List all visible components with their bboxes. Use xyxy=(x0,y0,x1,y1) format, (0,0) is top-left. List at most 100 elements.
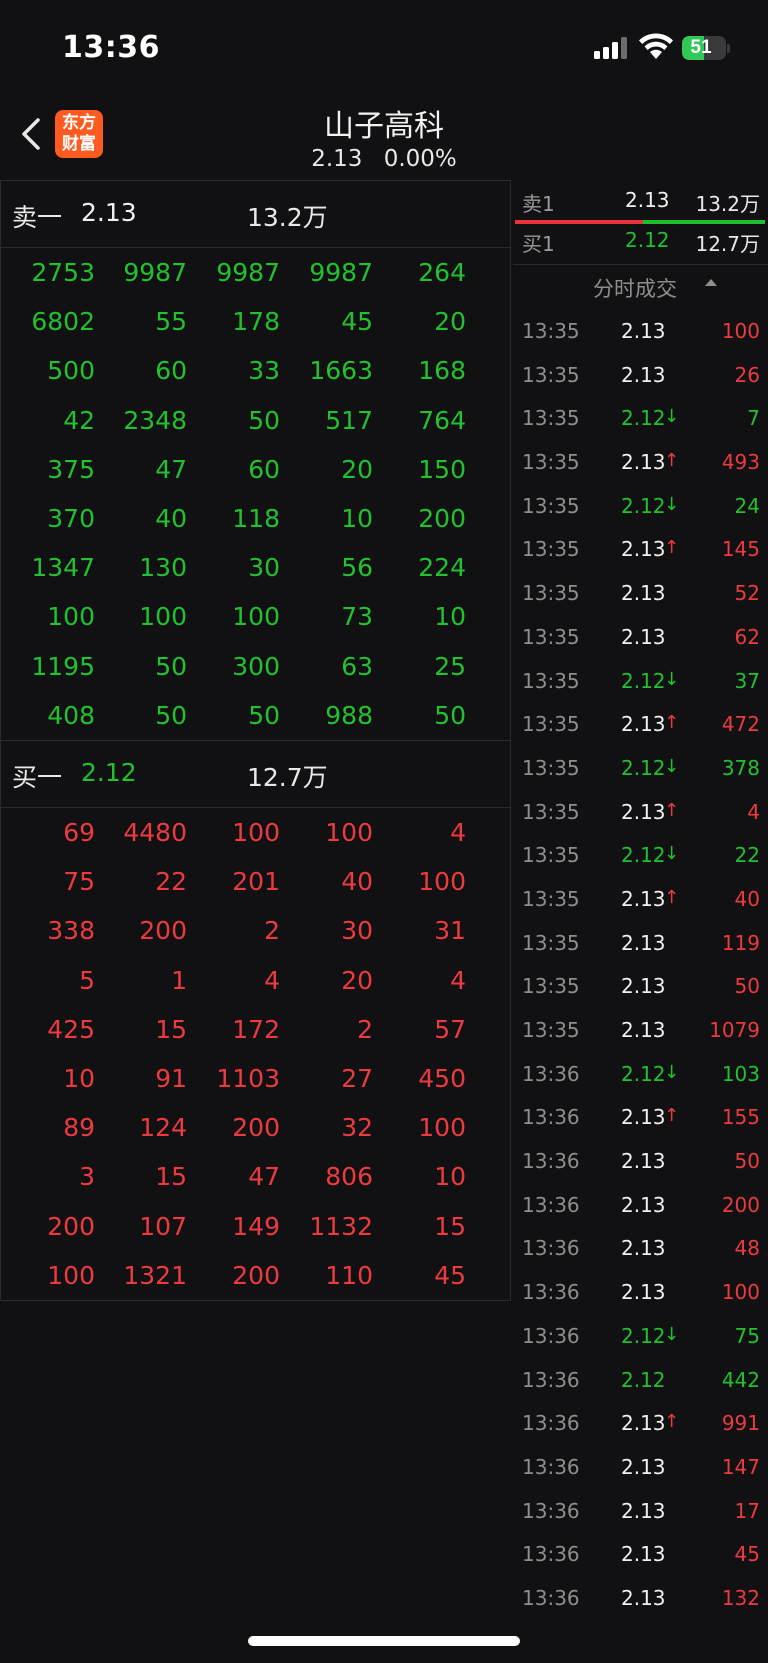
buy_level-queue-cell: 4 xyxy=(450,818,466,847)
buy_level-queue-cell: 15 xyxy=(155,1014,187,1044)
wifi-icon xyxy=(639,33,673,59)
buy_level-queue-row: 10 91 1103 27 450 xyxy=(1,1054,510,1103)
tick-row: 13:36 2.12 442 xyxy=(513,1357,768,1401)
sell_level-queue-cell: 50 xyxy=(248,700,280,730)
buy_level-queue-cell: 200 xyxy=(139,916,187,946)
sell_level-queue-cell: 73 xyxy=(341,602,373,632)
buy_level-queue-cell: 100 xyxy=(418,867,466,897)
tick-time: 13:36 xyxy=(522,1192,580,1217)
arrow-up-icon: ↑ xyxy=(664,886,680,908)
tick-time: 13:35 xyxy=(522,362,580,387)
screen: 13:36 51 东方 财富 山子高科 2.13 0.00% 卖一 2.13 1… xyxy=(0,0,768,1663)
sell-level-price: 2.13 xyxy=(81,198,137,227)
sell_level-queue-cell: 10 xyxy=(434,602,466,632)
buy_level-queue-cell: 1103 xyxy=(216,1063,280,1093)
buy_level-queue-cell: 5 xyxy=(79,965,95,995)
buy_level-queue-cell: 425 xyxy=(47,1014,95,1044)
arrow-up-icon: ↑ xyxy=(664,1105,680,1127)
ticks-list[interactable]: 13:35 2.13 100 13:35 2.13 26 13:35 2.12 ↓ 7 13:35 2… xyxy=(513,308,768,1619)
tick-volume: 103 xyxy=(721,1061,760,1086)
tick-row: 13:35 2.13 ↑ 40 xyxy=(513,876,768,920)
arrow-up-icon: ↑ xyxy=(664,450,680,472)
sell_level-queue-cell: 1195 xyxy=(31,651,95,681)
buy_level-queue-cell: 40 xyxy=(341,867,373,897)
arrow-down-icon: ↓ xyxy=(664,493,680,515)
sell_level-queue-cell: 178 xyxy=(232,307,280,337)
tick-volume: 4 xyxy=(747,799,760,824)
sell1-quote: 卖1 2.13 13.2万 xyxy=(513,180,768,220)
sell1-volume: 13.2万 xyxy=(695,192,760,216)
sell_level-queue-cell: 500 xyxy=(47,356,95,386)
tick-volume: 155 xyxy=(721,1105,760,1130)
buy-level-label: 买一 xyxy=(12,763,63,792)
buy_level-queue-cell: 31 xyxy=(434,916,466,946)
sell_level-queue-cell: 2753 xyxy=(31,258,95,287)
buy_level-queue-cell: 172 xyxy=(232,1014,280,1044)
sell_level-queue-cell: 20 xyxy=(341,454,373,484)
tick-volume: 17 xyxy=(734,1498,760,1523)
buy_level-queue-cell: 75 xyxy=(63,867,95,897)
tick-price: 2.13 xyxy=(621,1192,666,1217)
tick-price: 2.13 xyxy=(621,930,666,955)
tick-price: 2.12 xyxy=(621,668,666,693)
tick-time: 13:36 xyxy=(522,1585,580,1610)
sell_level-queue-cell: 42 xyxy=(63,405,95,435)
sell_level-queue-cell: 375 xyxy=(47,454,95,484)
tick-price: 2.13 xyxy=(621,624,666,649)
tick-time: 13:36 xyxy=(522,1411,580,1436)
sell_level-queue-row: 100 100 100 73 10 xyxy=(1,592,510,641)
sell_level-queue-cell: 150 xyxy=(418,454,466,484)
buy_level-queue-row: 75 22 201 40 100 xyxy=(1,857,510,906)
sell-level-header[interactable]: 卖一 2.13 13.2万 xyxy=(0,180,511,248)
tick-time: 13:35 xyxy=(522,930,580,955)
tick-time: 13:35 xyxy=(522,755,580,780)
tick-price: 2.13 xyxy=(621,1149,666,1174)
sell_level-queue-cell: 264 xyxy=(418,258,466,287)
tick-row: 13:36 2.12 ↓ 103 xyxy=(513,1051,768,1095)
tick-volume: 378 xyxy=(721,755,760,780)
sell_level-queue-cell: 56 xyxy=(341,553,373,583)
tick-price: 2.13 xyxy=(621,1018,666,1042)
buy-level-header[interactable]: 买一 2.12 12.7万 xyxy=(0,740,511,808)
tick-row: 13:36 2.13 50 xyxy=(513,1138,768,1182)
buy_level-queue-cell: 100 xyxy=(325,818,373,847)
buy_level-queue-cell: 200 xyxy=(47,1211,95,1241)
tick-time: 13:35 xyxy=(522,668,580,693)
tick-volume: 100 xyxy=(721,1280,760,1305)
sell_level-queue-cell: 224 xyxy=(418,553,466,583)
tick-volume: 52 xyxy=(734,581,760,606)
buy_level-queue-cell: 2 xyxy=(357,1014,373,1044)
arrow-down-icon: ↓ xyxy=(664,1061,680,1083)
tick-volume: 45 xyxy=(734,1542,760,1567)
tick-price: 2.13 xyxy=(621,1498,666,1523)
tick-price: 2.12 xyxy=(621,1323,666,1348)
buy_level-queue-cell: 338 xyxy=(47,916,95,946)
sell_level-queue-cell: 45 xyxy=(341,307,373,337)
tick-price: 2.13 xyxy=(621,537,666,562)
buy_level-queue-cell: 4480 xyxy=(123,818,187,847)
tick-time: 13:36 xyxy=(522,1280,580,1305)
tick-time: 13:36 xyxy=(522,1236,580,1261)
tick-time: 13:35 xyxy=(522,624,580,649)
tick-time: 13:36 xyxy=(522,1061,580,1086)
home-indicator[interactable] xyxy=(248,1636,520,1646)
tick-time: 13:36 xyxy=(522,1542,580,1567)
stock-name: 山子高科 xyxy=(324,109,444,144)
sell_level-queue-cell: 118 xyxy=(232,503,280,533)
buy_level-queue-cell: 15 xyxy=(155,1162,187,1192)
ticks-header[interactable]: 分时成交 xyxy=(513,264,768,307)
tick-price: 2.12 xyxy=(621,1061,666,1086)
tick-volume: 75 xyxy=(734,1323,760,1348)
buy_level-queue-cell: 4 xyxy=(450,965,466,995)
tick-row: 13:35 2.13 62 xyxy=(513,614,768,658)
tick-time: 13:36 xyxy=(522,1498,580,1523)
sell_level-queue-row: 1195 50 300 63 25 xyxy=(1,642,510,691)
tick-row: 13:36 2.13 45 xyxy=(513,1531,768,1575)
tick-time: 13:35 xyxy=(522,974,580,999)
tick-row: 13:35 2.13 26 xyxy=(513,352,768,396)
sell_level-queue-cell: 9987 xyxy=(123,258,187,287)
buy_level-queue-cell: 22 xyxy=(155,867,187,897)
sell_level-queue-cell: 10 xyxy=(341,503,373,533)
sell_level-queue-cell: 100 xyxy=(47,602,95,632)
sell_level-queue-cell: 2348 xyxy=(123,405,187,435)
